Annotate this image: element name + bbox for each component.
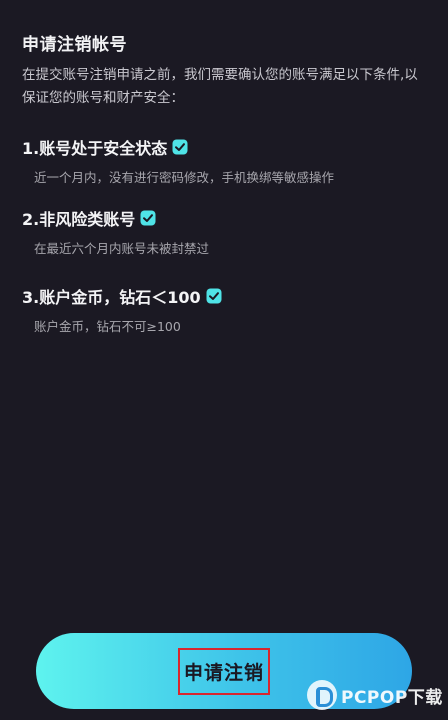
condition-title-text: 3.账户金币，钻石＜100 (22, 288, 201, 307)
condition-title-text: 1.账号处于安全状态 (22, 139, 168, 158)
condition-description: 账户金币，钻石不可≥100 (34, 319, 181, 334)
condition-item-1: 1.账号处于安全状态 近一个月内，没有进行密码修改，手机换绑等敏感操作 (22, 136, 334, 186)
condition-title: 1.账号处于安全状态 (22, 136, 334, 158)
pcpop-logo-icon (307, 680, 337, 710)
check-badge-icon (172, 139, 188, 155)
watermark: PCPOP下载 (307, 680, 443, 710)
check-badge-icon (140, 210, 156, 226)
apply-cancellation-label: 申请注销 (177, 647, 270, 695)
condition-title: 3.账户金币，钻石＜100 (22, 285, 222, 307)
account-cancellation-screen: 申请注销帐号 在提交账号注销申请之前，我们需要确认您的账号满足以下条件,以保证您… (0, 0, 448, 720)
condition-title-text: 2.非风险类账号 (22, 210, 136, 229)
check-badge-icon (206, 288, 222, 304)
watermark-text: PCPOP下载 (341, 687, 443, 708)
condition-title: 2.非风险类账号 (22, 207, 209, 229)
condition-item-2: 2.非风险类账号 在最近六个月内账号未被封禁过 (22, 207, 209, 257)
condition-item-3: 3.账户金币，钻石＜100 账户金币，钻石不可≥100 (22, 285, 222, 335)
intro-text: 在提交账号注销申请之前，我们需要确认您的账号满足以下条件,以保证您的账号和财产安… (22, 67, 418, 106)
page-title: 申请注销帐号 (22, 35, 127, 55)
condition-description: 在最近六个月内账号未被封禁过 (34, 241, 210, 256)
condition-description: 近一个月内，没有进行密码修改，手机换绑等敏感操作 (34, 170, 335, 185)
